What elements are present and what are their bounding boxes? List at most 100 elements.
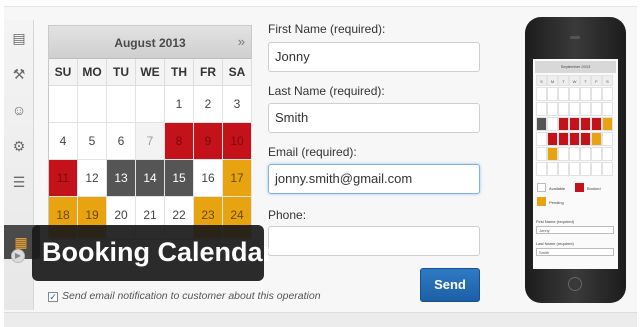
phone-calendar-day: [602, 147, 613, 161]
weekday-header: SA: [223, 59, 252, 86]
calendar-day[interactable]: 4: [49, 123, 78, 160]
legend-booked-swatch: [575, 183, 584, 192]
weekday-header: WE: [136, 59, 165, 86]
page-icon[interactable]: ▤: [11, 30, 27, 46]
weekday-header: MO: [78, 59, 107, 86]
email-label: Email (required):: [268, 145, 357, 159]
phone-weekday-header: S: [602, 75, 613, 86]
phone-camera: [570, 36, 580, 39]
next-month-button[interactable]: »: [238, 34, 245, 49]
phone-home-button: [568, 277, 582, 291]
phone-calendar-day: [558, 147, 569, 161]
phone-calendar-day: [591, 162, 602, 176]
first-name-label: First Name (required):: [268, 22, 386, 36]
phone-calendar-day: [558, 117, 569, 131]
legend-available: Available: [549, 186, 566, 191]
phone-calendar-day: [591, 147, 602, 161]
weekday-header: SU: [49, 59, 78, 86]
phone-calendar-day: [580, 162, 591, 176]
plugin-icon[interactable]: ⚒: [11, 66, 27, 82]
calendar-day[interactable]: 8: [165, 123, 194, 160]
phone-weekday-header: F: [591, 75, 602, 86]
send-button[interactable]: Send: [420, 268, 480, 302]
phone-weekday-header: T: [580, 75, 591, 86]
phone-first-name-label: First Name (required): [536, 219, 575, 224]
legend-available-swatch: [537, 183, 546, 192]
phone-calendar-day: [558, 132, 569, 146]
calendar-day: [136, 86, 165, 123]
phone-calendar-day: [569, 117, 580, 131]
phone-calendar-day: [602, 87, 613, 101]
phone-calendar-day: [558, 162, 569, 176]
last-name-label: Last Name (required):: [268, 84, 385, 98]
phone-calendar-day: [569, 162, 580, 176]
phone-calendar-day: [580, 102, 591, 116]
calendar-day[interactable]: 1: [165, 86, 194, 123]
phone-weekday-header: S: [536, 75, 547, 86]
phone-calendar-day: [569, 102, 580, 116]
calendar-day[interactable]: 11: [49, 160, 78, 197]
phone-calendar-day: [547, 132, 558, 146]
calendar-day[interactable]: 5: [78, 123, 107, 160]
legend-pending-swatch: [537, 197, 546, 206]
last-name-field[interactable]: Smith: [268, 103, 480, 133]
phone-calendar-day: [536, 117, 547, 131]
calendar-day[interactable]: 13: [107, 160, 136, 197]
calendar-month-title: August 2013: [114, 36, 186, 50]
phone-field[interactable]: [268, 226, 480, 256]
phone-calendar-day: [547, 87, 558, 101]
email-field[interactable]: jonny.smith@gmail.com: [268, 164, 480, 194]
phone-last-name-label: Last Name (required): [536, 241, 574, 246]
phone-weekday-header: T: [558, 75, 569, 86]
collapse-icon[interactable]: ▶: [11, 249, 25, 263]
phone-calendar-day: [558, 102, 569, 116]
phone-calendar-day: [547, 147, 558, 161]
calendar-day[interactable]: 3: [223, 86, 252, 123]
tools-icon[interactable]: ⚙: [11, 138, 27, 154]
phone-calendar-day: [569, 147, 580, 161]
phone-calendar-day: [569, 87, 580, 101]
calendar-day[interactable]: 10: [223, 123, 252, 160]
phone-last-name-field[interactable]: Smith: [536, 248, 614, 256]
calendar-day[interactable]: 7: [136, 123, 165, 160]
phone-calendar-day: [580, 132, 591, 146]
phone-calendar-day: [602, 102, 613, 116]
calendar-day[interactable]: 14: [136, 160, 165, 197]
calendar-day[interactable]: 9: [194, 123, 223, 160]
calendar-day[interactable]: 17: [223, 160, 252, 197]
phone-calendar-day: [547, 102, 558, 116]
phone-calendar-day: [580, 117, 591, 131]
phone-first-name-field[interactable]: Jonny: [536, 226, 614, 234]
phone-calendar-day: [536, 147, 547, 161]
phone-calendar-day: [547, 117, 558, 131]
phone-calendar-day: [580, 147, 591, 161]
phone-weekday-header: W: [569, 75, 580, 86]
phone-calendar-title: September 2013: [535, 61, 616, 73]
first-name-field[interactable]: Jonny: [268, 42, 480, 72]
calendar-day: [49, 86, 78, 123]
phone-calendar-day: [602, 117, 613, 131]
calendar-day[interactable]: 15: [165, 160, 194, 197]
calendar-day[interactable]: 2: [194, 86, 223, 123]
phone-calendar-day: [569, 132, 580, 146]
banner-title: Booking Calendar: [42, 237, 274, 267]
users-icon[interactable]: ☺: [11, 102, 27, 118]
calendar-day: [78, 86, 107, 123]
notify-label: Send email notification to customer abou…: [62, 290, 321, 302]
notify-checkbox[interactable]: ✓: [48, 292, 58, 302]
phone-calendar-day: [580, 87, 591, 101]
phone-calendar-day: [536, 132, 547, 146]
calendar-day[interactable]: 16: [194, 160, 223, 197]
booking-calendar: August 2013 » SU MO TU WE TH FR SA 1 2 3 4 5 6 7 8 9 10 1…: [48, 25, 252, 240]
calendar-day: [107, 86, 136, 123]
phone-mockup: September 2013 Available Booked Pending …: [525, 17, 626, 303]
phone-label: Phone:: [268, 208, 307, 222]
calendar-day[interactable]: 12: [78, 160, 107, 197]
bottom-bar: [4, 312, 637, 327]
phone-calendar-day: [536, 102, 547, 116]
calendar-day[interactable]: 6: [107, 123, 136, 160]
calendar-header: August 2013 »: [49, 26, 251, 59]
settings-icon[interactable]: ☰: [11, 174, 27, 190]
phone-calendar-day: [591, 117, 602, 131]
phone-calendar-day: [536, 162, 547, 176]
